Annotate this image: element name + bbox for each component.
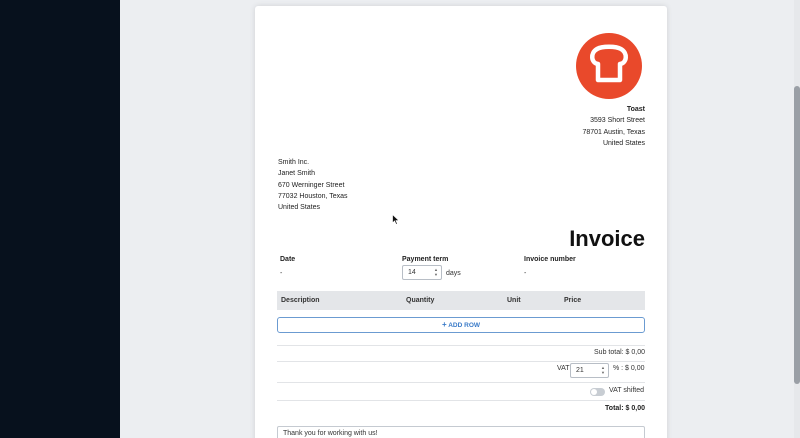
payment-term-label: Payment term [402,256,449,263]
date-label: Date [280,256,296,263]
divider [277,361,645,362]
invoice-paper: Toast 3593 Short Street 78701 Austin, Te… [255,6,667,438]
client-company: Smith Inc. [278,159,310,166]
scrollbar[interactable] [794,0,800,438]
seller-address: Toast 3593 Short Street 78701 Austin, Te… [582,104,645,149]
scrollbar-thumb[interactable] [794,86,800,384]
total: Total: $ 0,00 [605,405,645,412]
seller-city: 78701 Austin, Texas [582,128,645,136]
items-table-header: Description Quantity Unit Price [277,291,645,310]
toast-logo-icon [576,33,642,99]
add-row-label: ADD ROW [448,322,481,329]
divider [277,400,645,401]
client-country: United States [278,204,321,212]
client-city: 77032 Houston, Texas [278,192,348,200]
payment-term-stepper[interactable]: 14 ▲ ▼ [402,265,442,280]
left-panel [0,0,120,438]
invoice-number-value[interactable]: - [524,270,526,277]
vat-stepper[interactable]: 21 ▲ ▼ [570,363,609,378]
vat-shifted-toggle[interactable] [590,388,605,396]
seller-street: 3593 Short Street [590,117,645,125]
date-value[interactable]: - [280,270,282,277]
column-price: Price [564,297,582,304]
note-textarea[interactable]: Thank you for working with us! [277,426,645,438]
divider [277,382,645,383]
client-street: 670 Werninger Street [278,181,345,189]
stepper-arrows-icon[interactable]: ▲ ▼ [434,267,438,277]
column-description: Description [281,297,320,304]
subtotal: Sub total: $ 0,00 [594,349,645,356]
plus-icon: + [441,320,447,329]
seller-country: United States [602,139,645,147]
vat-amount: % : $ 0,00 [613,365,645,372]
seller-name: Toast [626,106,645,113]
vat-value: 21 [576,367,584,374]
invoice-title: Invoice [569,226,645,251]
client-address: Smith Inc. Janet Smith 670 Werninger Str… [278,157,348,213]
payment-term-unit: days [446,270,461,277]
mouse-cursor-icon [392,212,400,230]
column-quantity: Quantity [406,297,435,304]
toggle-knob [591,389,597,395]
stepper-arrows-icon[interactable]: ▲ ▼ [601,365,605,375]
divider [277,345,645,346]
invoice-number-label: Invoice number [524,256,576,263]
payment-term-value: 14 [408,269,416,276]
client-contact: Janet Smith [278,170,315,178]
column-unit: Unit [507,297,521,304]
vat-label: VAT [557,365,570,372]
add-row-button[interactable]: + ADD ROW [277,317,645,333]
vat-shifted-label: VAT shifted [609,387,645,394]
